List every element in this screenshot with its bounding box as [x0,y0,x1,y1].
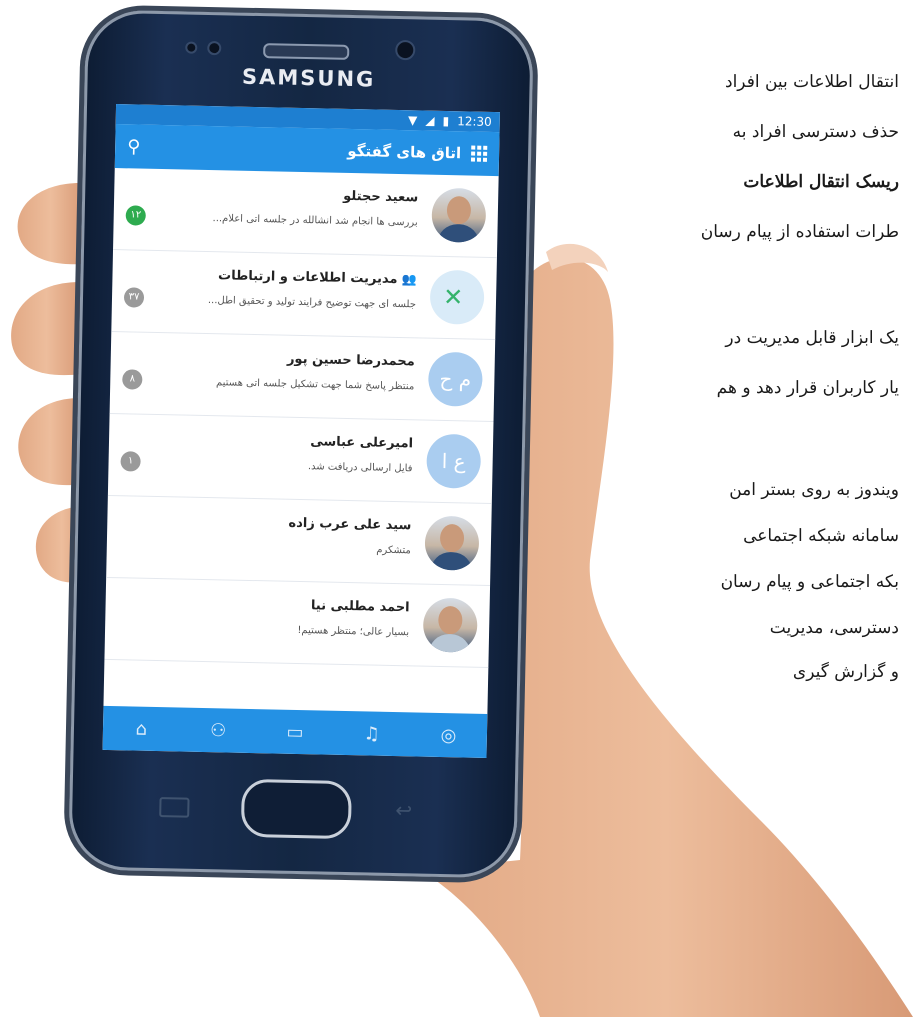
chat-list: سعید حجتلو بررسی ها انجام شد انشالله در … [104,168,499,668]
chat-list-item[interactable]: ع ا امیرعلی عباسی فایل ارسالی دریافت شد.… [107,413,494,505]
back-key-icon[interactable]: ↩ [395,798,423,822]
unread-badge: ۸ [122,369,143,390]
chat-preview: منتظر پاسخ شما جهت تشکیل جلسه آتی هستیم [215,377,415,393]
chat-list-item[interactable]: سید علی عرب زاده متشکرم [106,495,492,586]
chat-name: محمدرضا حسین پور [286,351,415,370]
group-icon: 👥 [401,272,417,287]
status-time: 12:30 [457,114,492,129]
home-button[interactable] [240,778,352,840]
chat-preview: بسیار عالی؛ منتظر هستیم! [297,624,410,639]
signal-icon: ◢ [425,113,435,128]
bottom-navigation: ⌂ ⚇ ▭ ♫ ◎ [102,705,488,758]
chat-preview: متشکرم [376,544,411,557]
avatar: م ح [427,351,483,407]
search-icon[interactable]: ⚲ [127,136,141,157]
avatar [424,515,480,571]
phone-device: SAMSUNG ▼ ◢ ▮ 12:30 ⚲ اتاق های گفتگو سعی… [68,9,534,879]
unread-badge: ۱۲ [125,205,146,226]
wifi-icon: ▼ [407,113,418,128]
chat-name: سعید حجتلو [343,188,419,206]
app-bar-title-group: اتاق های گفتگو [347,141,488,163]
group-logo-icon: ✕ [442,282,464,312]
chat-icon[interactable]: ▭ [280,721,310,743]
battery-icon: ▮ [442,113,450,129]
phone-brand-logo: SAMSUNG [241,64,376,92]
chat-name: 👥مدیریت اطلاعات و ارتباطات [217,268,417,287]
chat-name: سید علی عرب زاده [288,515,412,534]
page-title: اتاق های گفتگو [347,141,462,163]
recent-apps-key[interactable] [159,797,190,818]
front-camera-icon [395,39,416,61]
phone-screen: ▼ ◢ ▮ 12:30 ⚲ اتاق های گفتگو سعید حجتلو … [102,104,500,758]
chat-preview: بررسی ها انجام شد انشالله در جلسه آتی اع… [212,213,418,229]
chat-name: احمد مطلبی نیا [310,598,410,616]
avatar: ع ا [426,433,482,489]
home-icon[interactable]: ⌂ [126,718,156,740]
chat-name: امیرعلی عباسی [310,434,414,452]
grid-menu-icon[interactable] [470,145,488,162]
avatar [422,597,478,653]
unread-badge: ۳۷ [123,287,145,308]
chat-list-item[interactable]: احمد مطلبی نیا بسیار عالی؛ منتظر هستیم! [104,577,491,668]
chat-preview: جلسه ای جهت توضیح فرآیند تولید و تحقیق ا… [207,295,417,311]
speaker-grille [263,43,350,60]
unread-badge: ۱ [120,451,141,472]
chat-list-item[interactable]: ✕ 👥مدیریت اطلاعات و ارتباطات جلسه ای جهت… [111,250,497,341]
chat-preview: فایل ارسالی دریافت شد. [307,461,413,475]
sensor-icon [207,40,222,56]
sensor-icon [185,41,198,54]
chat-list-item[interactable]: م ح محمدرضا حسین پور منتظر پاسخ شما جهت … [109,332,496,423]
contacts-icon[interactable]: ⚇ [203,720,233,742]
chat-list-item[interactable]: سعید حجتلو بررسی ها انجام شد انشالله در … [113,168,499,259]
avatar: ✕ [429,269,485,325]
profile-icon[interactable]: ◎ [433,724,463,746]
bell-icon[interactable]: ♫ [357,723,387,745]
avatar [431,187,487,243]
